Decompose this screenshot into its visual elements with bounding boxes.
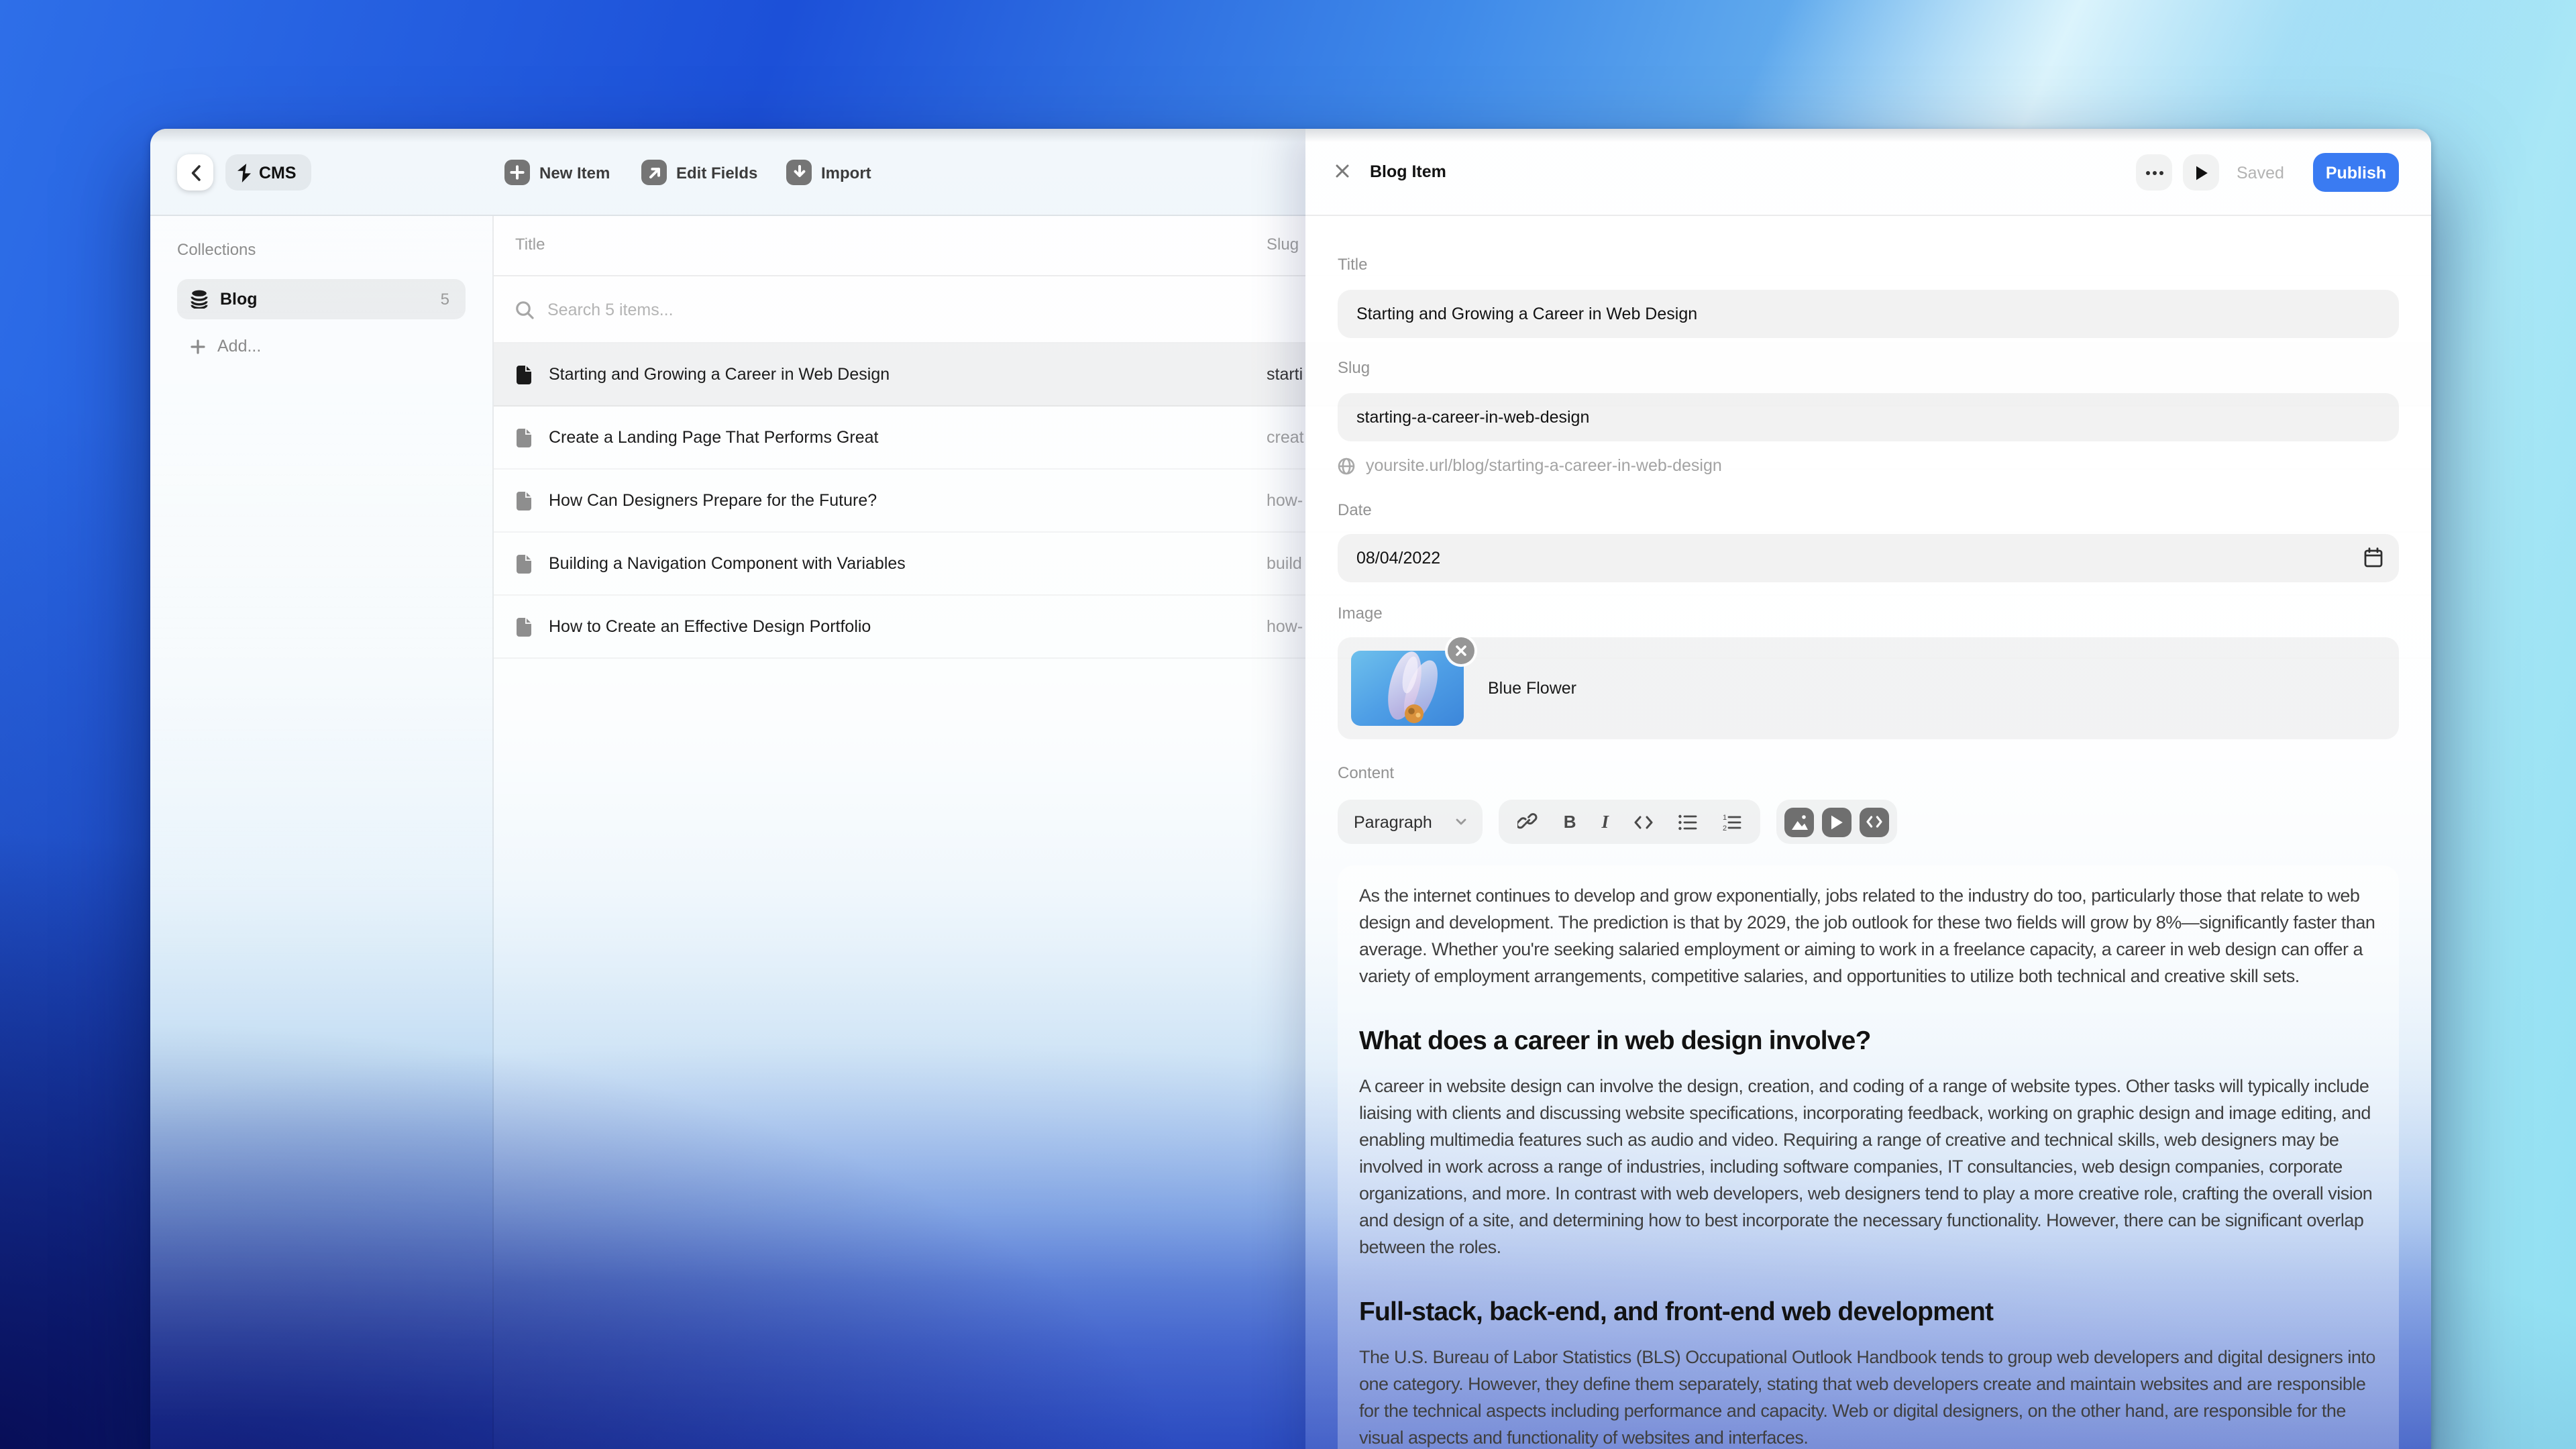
embed-code-icon (1866, 816, 1882, 828)
column-header-title: Title (515, 235, 545, 254)
date-input[interactable]: 08/04/2022 (1338, 534, 2399, 582)
inline-code-button[interactable] (1634, 815, 1653, 828)
content-heading: What does a career in web design involve… (1359, 1026, 1871, 1056)
image-field[interactable]: Blue Flower (1338, 637, 2399, 739)
document-icon (515, 617, 533, 644)
panel-header: Blog Item Saved Publish (1305, 129, 2431, 215)
edit-fields-button[interactable]: Edit Fields (641, 154, 757, 191)
numbered-list-icon: 12 (1723, 814, 1741, 830)
close-icon[interactable] (1335, 164, 1350, 178)
content-paragraph: The U.S. Bureau of Labor Statistics (BLS… (1359, 1347, 2375, 1448)
content-field-label: Content (1338, 763, 1395, 782)
numbered-list-button[interactable]: 12 (1723, 814, 1741, 830)
arrow-up-right-icon (641, 160, 667, 185)
document-icon (515, 554, 533, 581)
insert-group (1776, 800, 1898, 844)
add-collection-label: Add... (217, 337, 262, 356)
item-count-badge: 5 (440, 290, 449, 309)
blue-flower-image (1351, 651, 1464, 726)
bullet-list-button[interactable] (1678, 814, 1697, 830)
image-icon (1791, 815, 1808, 830)
rich-text-editor[interactable]: As the internet continues to develop and… (1338, 865, 2399, 1449)
search-placeholder: Search 5 items... (547, 300, 674, 319)
title-field-label: Title (1338, 255, 1368, 274)
image-thumbnail[interactable] (1351, 651, 1464, 726)
insert-image-button[interactable] (1784, 807, 1815, 837)
bold-button[interactable]: B (1564, 812, 1576, 832)
image-field-label: Image (1338, 604, 1383, 623)
format-group: B I 12 (1499, 800, 1761, 844)
link-button[interactable] (1517, 812, 1538, 832)
content-toolbar: Paragraph B I 12 (1338, 800, 1898, 844)
item-title: Create a Landing Page That Performs Grea… (549, 428, 879, 447)
item-slug: how- (1267, 491, 1303, 510)
url-preview: yoursite.url/blog/starting-a-career-in-w… (1338, 456, 1722, 475)
content-paragraph: As the internet continues to develop and… (1359, 885, 2375, 986)
content-heading: Full-stack, back-end, and front-end web … (1359, 1297, 1994, 1327)
collections-sidebar: Collections Blog 5 Add... (150, 216, 494, 1449)
add-collection-button[interactable]: Add... (177, 329, 466, 364)
item-slug: how- (1267, 617, 1303, 636)
bullet-list-icon (1678, 814, 1697, 830)
collections-heading: Collections (177, 240, 256, 259)
document-icon (515, 428, 533, 455)
code-icon (1634, 815, 1653, 828)
slug-field-label: Slug (1338, 358, 1371, 377)
cms-button[interactable]: CMS (225, 154, 311, 191)
blog-item-panel: Blog Item Saved Publish Title Starting a… (1305, 129, 2431, 1449)
screen: CMS New Item Edit Fields Import Collecti… (0, 0, 2576, 1449)
item-title: How Can Designers Prepare for the Future… (549, 491, 877, 510)
globe-icon (1338, 457, 1355, 474)
column-header-slug: Slug (1267, 235, 1299, 254)
document-icon (515, 365, 533, 392)
close-icon (1456, 645, 1466, 656)
italic-button[interactable]: I (1602, 811, 1609, 833)
panel-title: Blog Item (1370, 162, 1446, 181)
image-name: Blue Flower (1488, 679, 1576, 698)
item-slug: build (1267, 554, 1302, 573)
publish-button[interactable]: Publish (2313, 153, 2399, 192)
plus-icon (191, 339, 205, 354)
ellipsis-icon (2145, 170, 2163, 174)
plus-icon (504, 160, 530, 185)
title-input[interactable]: Starting and Growing a Career in Web Des… (1338, 290, 2399, 338)
insert-embed-button[interactable] (1860, 807, 1890, 837)
block-type-dropdown[interactable]: Paragraph (1338, 800, 1483, 844)
sidebar-item-label: Blog (220, 290, 258, 309)
preview-button[interactable] (2183, 154, 2219, 191)
remove-image-button[interactable] (1448, 637, 1474, 664)
search-icon (516, 301, 534, 319)
item-title: Building a Navigation Component with Var… (549, 554, 906, 573)
slug-input[interactable]: starting-a-career-in-web-design (1338, 393, 2399, 441)
item-slug: creat (1267, 428, 1304, 447)
url-preview-text: yoursite.url/blog/starting-a-career-in-w… (1366, 456, 1722, 475)
import-button[interactable]: Import (786, 154, 871, 191)
cms-window: CMS New Item Edit Fields Import Collecti… (150, 129, 2431, 1449)
date-field-label: Date (1338, 500, 1372, 519)
cms-logo-icon (237, 163, 251, 182)
item-title: Starting and Growing a Career in Web Des… (549, 365, 890, 384)
play-icon (2196, 165, 2207, 180)
more-options-button[interactable] (2136, 154, 2172, 191)
arrow-down-icon (786, 160, 812, 185)
document-icon (515, 491, 533, 518)
save-status: Saved (2237, 164, 2284, 182)
back-button[interactable] (177, 154, 213, 191)
link-icon (1517, 813, 1538, 829)
database-icon (191, 290, 208, 309)
chevron-down-icon (1456, 818, 1467, 825)
insert-video-button[interactable] (1822, 807, 1852, 837)
svg-text:2: 2 (1723, 824, 1727, 830)
video-play-icon (1831, 814, 1843, 829)
svg-text:1: 1 (1723, 814, 1727, 821)
calendar-icon[interactable] (2364, 547, 2383, 568)
chevron-left-icon (191, 164, 200, 180)
content-paragraph: A career in website design can involve t… (1359, 1076, 2373, 1257)
new-item-button[interactable]: New Item (504, 154, 610, 191)
panel-header-divider (1305, 215, 2431, 216)
sidebar-item-blog[interactable]: Blog 5 (177, 279, 466, 319)
item-slug: starti (1267, 365, 1303, 384)
item-title: How to Create an Effective Design Portfo… (549, 617, 871, 636)
